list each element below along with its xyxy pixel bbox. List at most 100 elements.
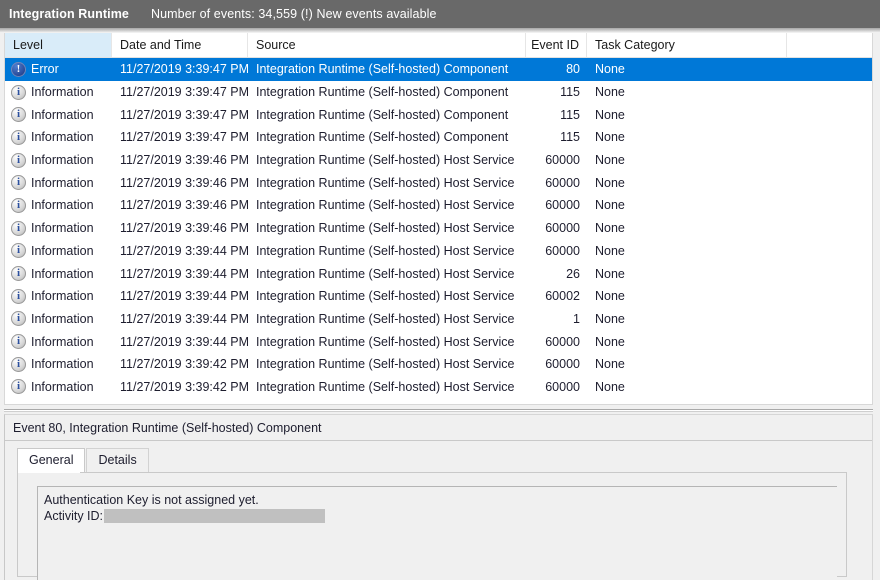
column-header-level[interactable]: Level xyxy=(5,33,112,57)
cell-event-id: 60000 xyxy=(526,149,587,172)
cell-level-label: Information xyxy=(31,312,94,326)
cell-task-category: None xyxy=(587,330,787,353)
table-row[interactable]: iInformation11/27/2019 3:39:44 PMIntegra… xyxy=(5,285,872,308)
tab-general[interactable]: General xyxy=(17,448,85,472)
cell-event-id: 60000 xyxy=(526,240,587,263)
event-count-status: Number of events: 34,559 (!) New events … xyxy=(151,7,437,21)
event-message-box[interactable]: Authentication Key is not assigned yet. … xyxy=(37,486,837,580)
table-row[interactable]: iInformation11/27/2019 3:39:47 PMIntegra… xyxy=(5,103,872,126)
cell-event-id: 60000 xyxy=(526,194,587,217)
cell-filler xyxy=(787,285,872,308)
cell-task-category: None xyxy=(587,171,787,194)
event-detail-title: Event 80, Integration Runtime (Self-host… xyxy=(5,415,872,441)
cell-date-and-time: 11/27/2019 3:39:44 PM xyxy=(112,240,248,263)
event-viewer-window: Integration Runtime Number of events: 34… xyxy=(0,0,880,580)
cell-event-id: 60000 xyxy=(526,171,587,194)
cell-task-category: None xyxy=(587,353,787,376)
cell-source: Integration Runtime (Self-hosted) Host S… xyxy=(248,171,526,194)
table-row[interactable]: iInformation11/27/2019 3:39:46 PMIntegra… xyxy=(5,149,872,172)
table-row[interactable]: iInformation11/27/2019 3:39:44 PMIntegra… xyxy=(5,308,872,331)
table-row[interactable]: iInformation11/27/2019 3:39:42 PMIntegra… xyxy=(5,353,872,376)
cell-date-and-time: 11/27/2019 3:39:46 PM xyxy=(112,217,248,240)
table-row[interactable]: iInformation11/27/2019 3:39:47 PMIntegra… xyxy=(5,126,872,149)
cell-date-and-time: 11/27/2019 3:39:44 PM xyxy=(112,330,248,353)
cell-filler xyxy=(787,103,872,126)
cell-source: Integration Runtime (Self-hosted) Host S… xyxy=(248,353,526,376)
tab-details[interactable]: Details xyxy=(86,448,148,472)
cell-date-and-time: 11/27/2019 3:39:42 PM xyxy=(112,376,248,399)
cell-level-label: Information xyxy=(31,85,94,99)
tab-active-seam xyxy=(18,472,80,473)
cell-level: iInformation xyxy=(5,262,112,285)
cell-level: iInformation xyxy=(5,194,112,217)
cell-date-and-time: 11/27/2019 3:39:46 PM xyxy=(112,194,248,217)
column-header-date-and-time[interactable]: Date and Time xyxy=(112,33,248,57)
event-list-rows[interactable]: !Error11/27/2019 3:39:47 PMIntegration R… xyxy=(5,58,872,404)
information-icon: i xyxy=(11,357,26,372)
cell-source: Integration Runtime (Self-hosted) Compon… xyxy=(248,103,526,126)
cell-level-label: Information xyxy=(31,380,94,394)
cell-event-id: 60000 xyxy=(526,330,587,353)
cell-source: Integration Runtime (Self-hosted) Host S… xyxy=(248,240,526,263)
table-row[interactable]: iInformation11/27/2019 3:39:42 PMIntegra… xyxy=(5,376,872,399)
cell-level: i Information xyxy=(5,81,112,104)
information-icon: i xyxy=(11,153,26,168)
cell-level-label: Information xyxy=(31,357,94,371)
cell-event-id: 60002 xyxy=(526,285,587,308)
cell-filler xyxy=(787,217,872,240)
column-header-event-id[interactable]: Event ID xyxy=(526,33,587,57)
cell-source: Integration Runtime (Self-hosted) Host S… xyxy=(248,376,526,399)
cell-filler xyxy=(787,171,872,194)
table-row[interactable]: iInformation11/27/2019 3:39:46 PMIntegra… xyxy=(5,217,872,240)
information-icon: i xyxy=(11,243,26,258)
table-row[interactable]: iInformation11/27/2019 3:39:44 PMIntegra… xyxy=(5,330,872,353)
event-list-header: Level Date and Time Source Event ID Task… xyxy=(5,33,872,58)
cell-level: iInformation xyxy=(5,217,112,240)
cell-filler xyxy=(787,81,872,104)
tab-general-label: General xyxy=(29,453,73,467)
cell-level-label: Information xyxy=(31,221,94,235)
cell-date-and-time: 11/27/2019 3:39:44 PM xyxy=(112,285,248,308)
information-icon: i xyxy=(11,85,26,100)
cell-source: Integration Runtime (Self-hosted) Host S… xyxy=(248,308,526,331)
cell-source: Integration Runtime (Self-hosted) Host S… xyxy=(248,285,526,308)
table-row[interactable]: iInformation11/27/2019 3:39:44 PMIntegra… xyxy=(5,240,872,263)
cell-task-category: None xyxy=(587,308,787,331)
cell-filler xyxy=(787,376,872,399)
cell-task-category: None xyxy=(587,81,787,104)
cell-level: iInformation xyxy=(5,330,112,353)
cell-level: iInformation xyxy=(5,285,112,308)
cell-task-category: None xyxy=(587,285,787,308)
cell-level-label: Information xyxy=(31,198,94,212)
column-header-filler xyxy=(787,33,872,57)
column-header-task-category[interactable]: Task Category xyxy=(587,33,787,57)
cell-level-label: Information xyxy=(31,289,94,303)
information-icon: i xyxy=(11,334,26,349)
cell-level: !Error xyxy=(5,58,112,81)
cell-filler xyxy=(787,308,872,331)
information-icon: i xyxy=(11,130,26,145)
cell-level-label: Information xyxy=(31,130,94,144)
cell-task-category: None xyxy=(587,58,787,81)
cell-event-id: 1 xyxy=(526,308,587,331)
column-header-event-id-label: Event ID xyxy=(531,38,579,52)
cell-source: Integration Runtime (Self-hosted) Host S… xyxy=(248,262,526,285)
cell-source: Integration Runtime (Self-hosted) Host S… xyxy=(248,217,526,240)
table-row[interactable]: iInformation11/27/2019 3:39:46 PMIntegra… xyxy=(5,171,872,194)
information-icon: i xyxy=(11,107,26,122)
table-row[interactable]: iInformation11/27/2019 3:39:46 PMIntegra… xyxy=(5,194,872,217)
cell-source: Integration Runtime (Self-hosted) Host S… xyxy=(248,149,526,172)
cell-date-and-time: 11/27/2019 3:39:44 PM xyxy=(112,308,248,331)
cell-level: i Information xyxy=(5,353,112,376)
cell-level-label: Information xyxy=(31,108,94,122)
table-row[interactable]: iInformation11/27/2019 3:39:44 PMIntegra… xyxy=(5,262,872,285)
event-message-line-2: Activity ID: xyxy=(44,508,837,524)
cell-filler xyxy=(787,330,872,353)
cell-date-and-time: 11/27/2019 3:39:47 PM xyxy=(112,126,248,149)
cell-level: i Information xyxy=(5,126,112,149)
cell-filler xyxy=(787,126,872,149)
column-header-source[interactable]: Source xyxy=(248,33,526,57)
tab-panel-general: Authentication Key is not assigned yet. … xyxy=(17,472,847,577)
table-row[interactable]: !Error11/27/2019 3:39:47 PMIntegration R… xyxy=(5,58,872,81)
table-row[interactable]: iInformation11/27/2019 3:39:47 PMIntegra… xyxy=(5,81,872,104)
